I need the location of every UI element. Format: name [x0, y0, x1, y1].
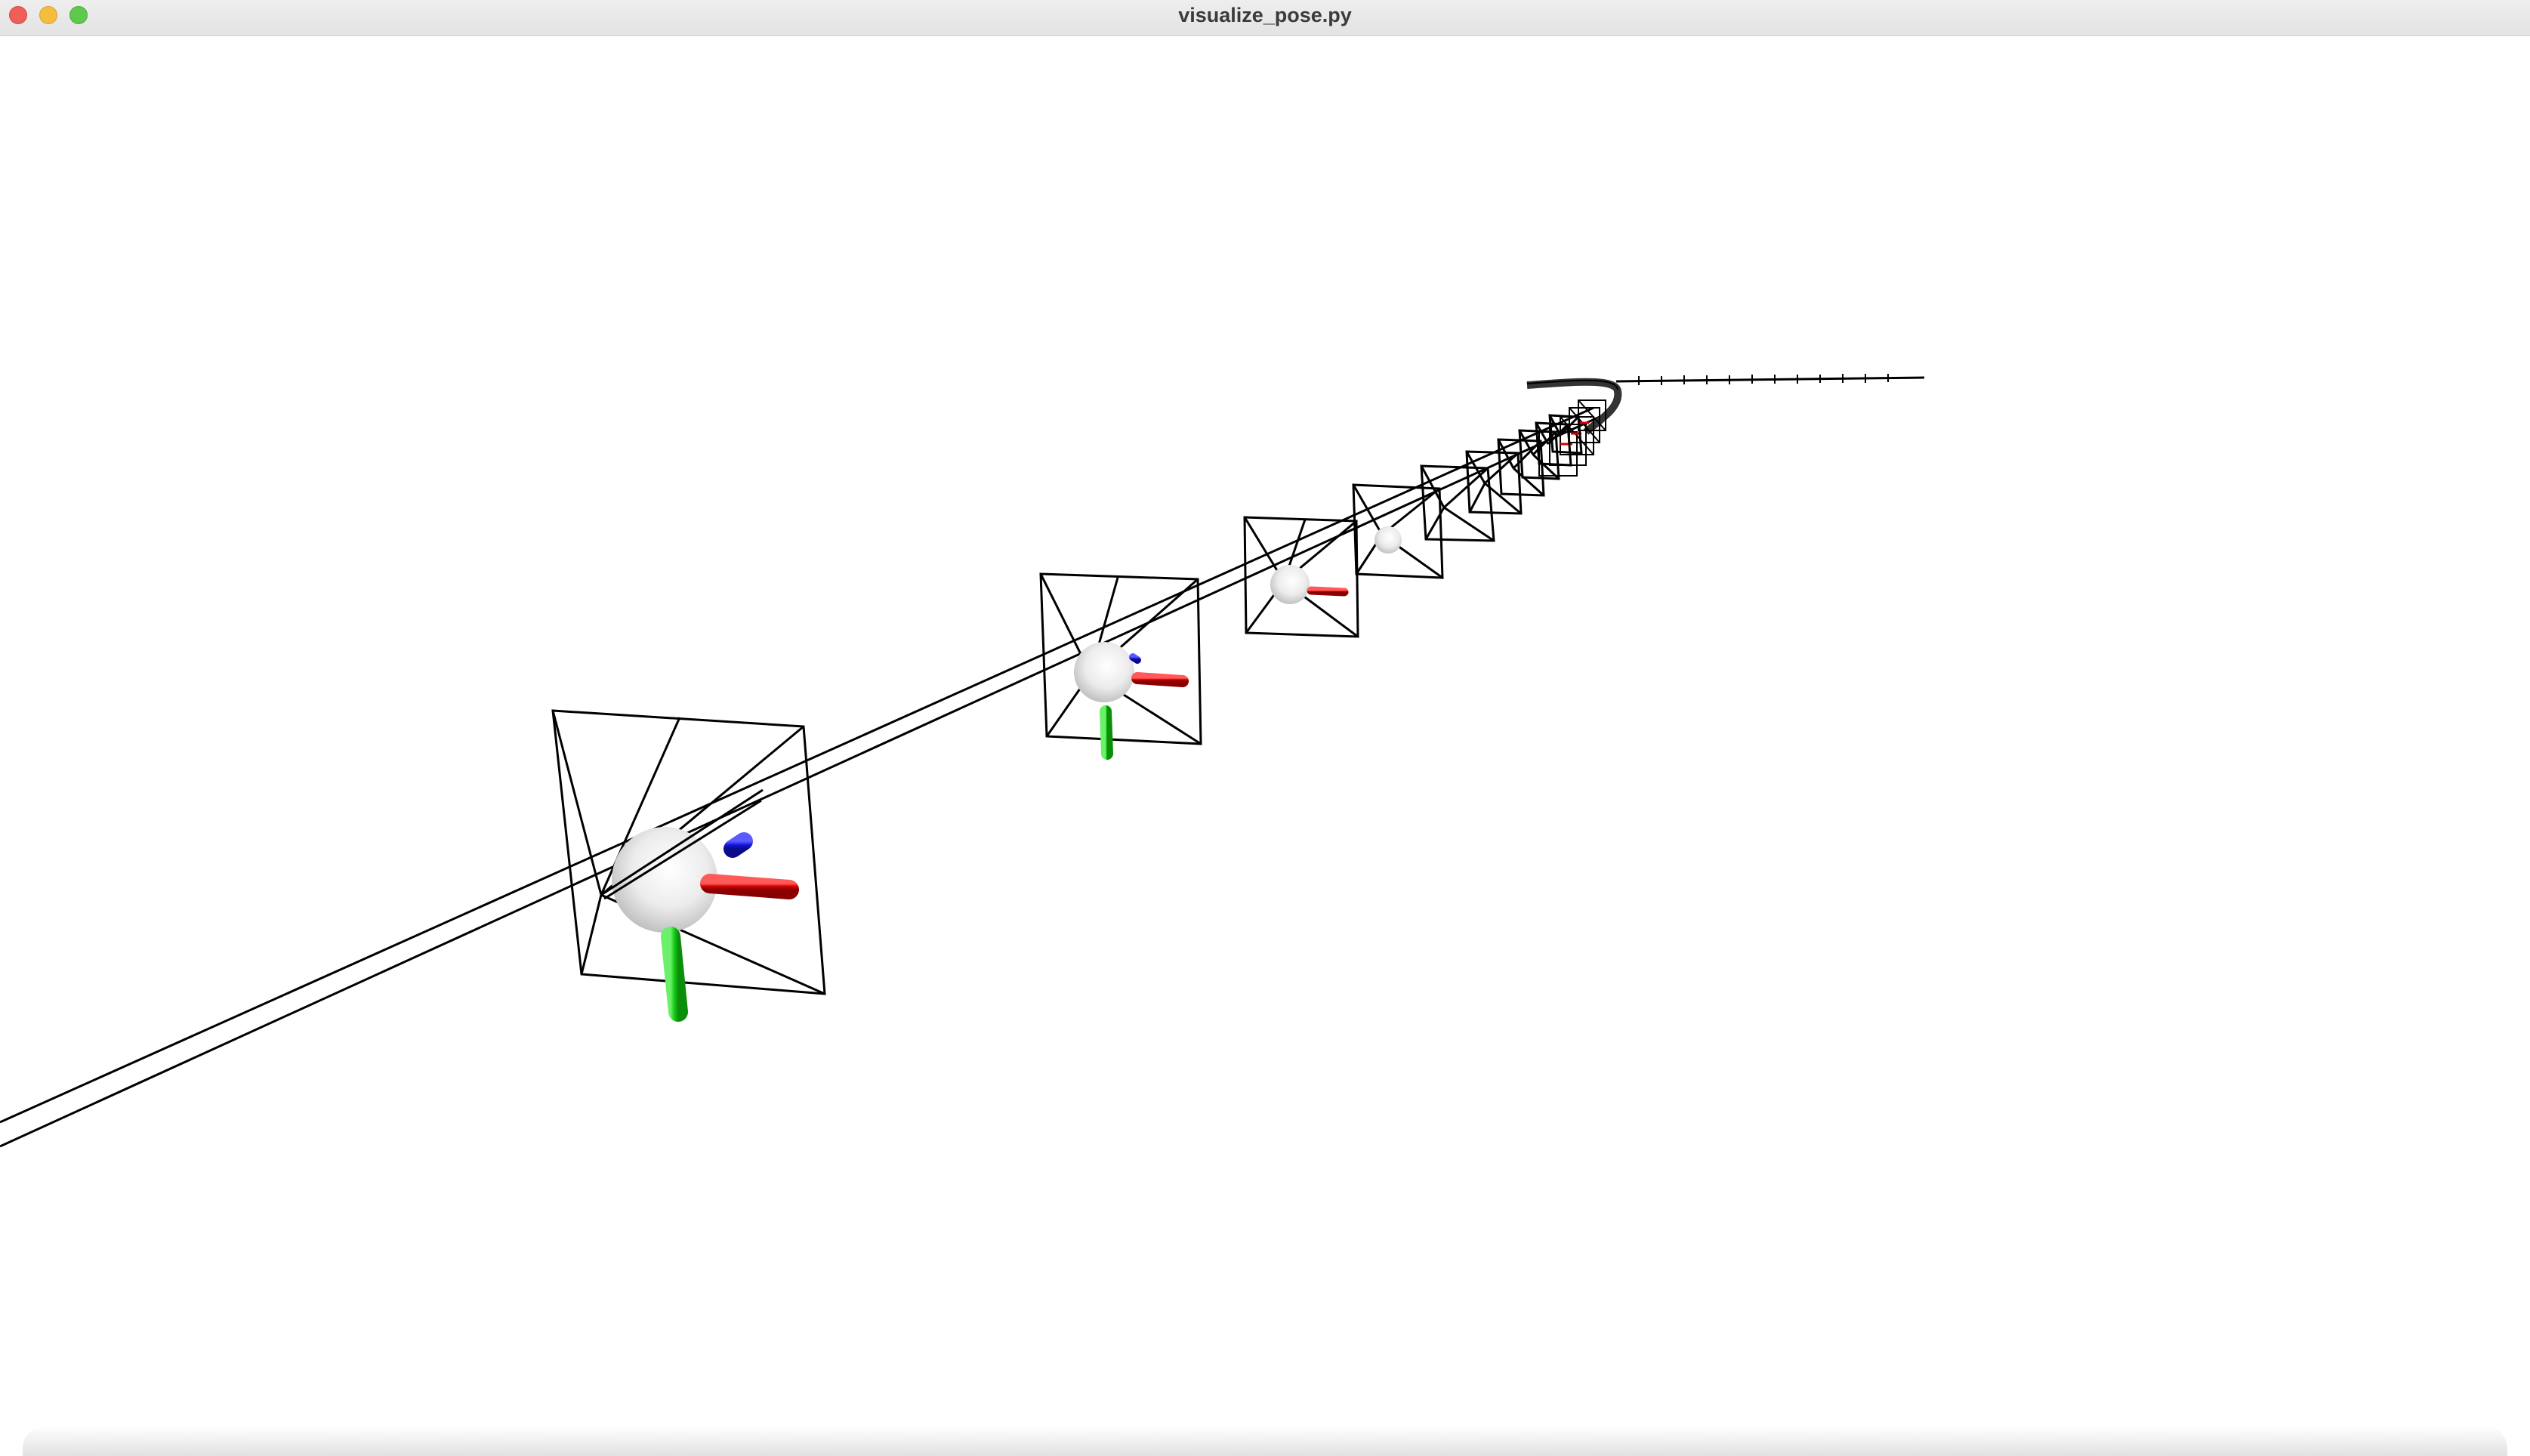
- camera-center-sphere-3: [1270, 565, 1310, 604]
- 3d-viewport[interactable]: [0, 36, 2530, 1456]
- x-axis-3: [1307, 586, 1349, 597]
- app-window: visualize_pose.py: [0, 0, 2530, 1456]
- title-bar[interactable]: visualize_pose.py: [0, 0, 2530, 36]
- pose-scene: [0, 374, 1925, 1148]
- camera-center-sphere-4: [1375, 526, 1402, 554]
- camera-frustum-5: [1420, 464, 1495, 542]
- camera-pose-2[interactable]: [1039, 572, 1202, 760]
- z-axis-2: [1129, 653, 1141, 664]
- y-axis-1: [661, 927, 688, 1022]
- window-title: visualize_pose.py: [1178, 4, 1352, 26]
- camera-pose-1[interactable]: [551, 709, 826, 1022]
- camera-center-sphere-2: [1074, 642, 1134, 702]
- x-axis-2: [1131, 672, 1189, 687]
- y-axis-2: [1100, 705, 1113, 760]
- trajectory-line-lower: [0, 415, 1600, 1148]
- far-trajectory: [1526, 374, 1925, 477]
- trajectory-lines: [0, 406, 1600, 1148]
- window-bottom-edge: [23, 1426, 2507, 1456]
- camera-pose-3[interactable]: [1243, 516, 1359, 651]
- x-axis-1: [700, 874, 799, 899]
- z-axis-1: [724, 832, 753, 858]
